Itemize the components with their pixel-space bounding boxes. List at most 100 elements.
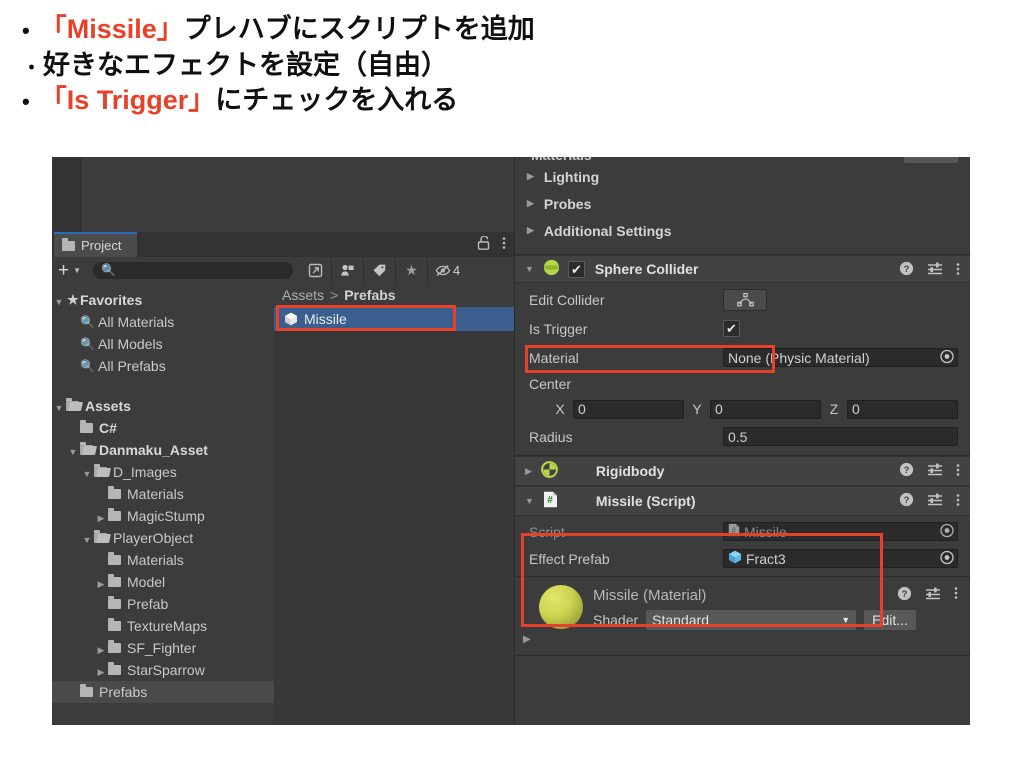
- help-icon[interactable]: ?: [897, 586, 912, 605]
- kebab-menu-icon[interactable]: [956, 463, 960, 480]
- edit-collider-icon: [736, 292, 754, 306]
- preset-icon[interactable]: [927, 261, 943, 279]
- help-icon[interactable]: ?: [899, 462, 914, 480]
- section-additional-settings[interactable]: ▶ Additional Settings: [515, 217, 970, 244]
- tree-item-favorites[interactable]: ▼ ★ Favorites: [52, 289, 274, 311]
- chevron-right-icon[interactable]: ▶: [527, 172, 534, 181]
- tree-item-assets[interactable]: ▼ Assets: [52, 395, 274, 417]
- breadcrumb-root[interactable]: Assets: [282, 287, 324, 303]
- tree-item-d-images[interactable]: ▼ D_Images: [52, 461, 274, 483]
- tree-item-all-models[interactable]: 🔍 All Models: [52, 333, 274, 355]
- center-x-input[interactable]: 0: [573, 399, 684, 419]
- hidden-eye-filter[interactable]: 4: [427, 257, 467, 283]
- chevron-right-icon[interactable]: ▶: [98, 579, 105, 589]
- tree-item-playerobject[interactable]: ▼ PlayerObject: [52, 527, 274, 549]
- chevron-down-icon[interactable]: ▼: [83, 535, 92, 545]
- tab-project[interactable]: Project: [54, 232, 138, 257]
- property-radius: Radius 0.5: [515, 422, 970, 451]
- center-y-input[interactable]: 0: [710, 399, 821, 419]
- tree-item-model[interactable]: ▶ Model: [52, 571, 274, 593]
- kebab-menu-icon[interactable]: [956, 493, 960, 510]
- edit-button-label: Edit...: [872, 612, 908, 628]
- tree-item-d-images-materials[interactable]: Materials: [52, 483, 274, 505]
- chevron-right-icon[interactable]: ▶: [98, 645, 105, 655]
- tree-item-all-prefabs[interactable]: 🔍 All Prefabs: [52, 355, 274, 377]
- property-edit-collider: Edit Collider: [515, 285, 970, 314]
- chevron-down-icon[interactable]: ▼: [55, 403, 64, 413]
- label-tag-icon[interactable]: [363, 257, 395, 283]
- lock-open-icon[interactable]: [477, 235, 490, 253]
- tree-item-label: Materials: [127, 552, 184, 568]
- component-header-rigidbody[interactable]: ▶ Rigidbody ?: [515, 456, 970, 486]
- chevron-right-icon[interactable]: ▶: [527, 199, 534, 208]
- tree-item-texturemaps[interactable]: TextureMaps: [52, 615, 274, 637]
- tree-item-prefabs[interactable]: Prefabs: [52, 681, 274, 703]
- material-title-row: Missile (Material) ?: [593, 583, 970, 607]
- chevron-right-icon[interactable]: ▶: [523, 634, 531, 645]
- chevron-down-icon[interactable]: ▼: [83, 469, 92, 479]
- tree-item-sf-fighter[interactable]: ▶ SF_Fighter: [52, 637, 274, 659]
- tree-gap: [52, 377, 274, 395]
- center-x-value: 0: [578, 401, 586, 417]
- search-input[interactable]: 🔍: [93, 261, 294, 279]
- center-z-input[interactable]: 0: [847, 399, 958, 419]
- radius-input[interactable]: 0.5: [723, 427, 958, 446]
- bullet-1-text: プレハブにスクリプトを追加: [183, 14, 535, 44]
- tree-item-player-materials[interactable]: Materials: [52, 549, 274, 571]
- chevron-down-icon[interactable]: ▼: [55, 297, 64, 307]
- svg-text:?: ?: [902, 589, 908, 600]
- avatar-filter-icon[interactable]: [331, 257, 363, 283]
- prefab-cube-icon: [284, 312, 298, 326]
- effect-prefab-object-field[interactable]: Fract3: [723, 549, 958, 568]
- clipped-button[interactable]: [904, 157, 958, 163]
- chevron-right-icon[interactable]: ▶: [98, 513, 105, 523]
- preset-icon[interactable]: [925, 586, 941, 605]
- object-picker-icon[interactable]: [940, 550, 954, 567]
- chevron-right-icon[interactable]: ▶: [525, 466, 532, 476]
- kebab-menu-icon[interactable]: [956, 262, 960, 279]
- breadcrumb-current[interactable]: Prefabs: [344, 287, 395, 303]
- effect-prefab-value: Fract3: [746, 550, 786, 567]
- chevron-right-icon[interactable]: ▶: [98, 667, 105, 677]
- edit-collider-button[interactable]: [723, 288, 767, 311]
- component-header-sphere-collider[interactable]: ▼ ✔ Sphere Collider ?: [515, 255, 970, 283]
- preset-icon[interactable]: [927, 492, 943, 510]
- shader-edit-button[interactable]: Edit...: [864, 610, 916, 630]
- tree-item-label: Prefabs: [99, 684, 148, 700]
- project-folder-tree: ▼ ★ Favorites 🔍 All Materials 🔍 All Mode…: [52, 283, 274, 723]
- folder-open-icon: [94, 464, 107, 477]
- chevron-right-icon[interactable]: ▶: [527, 226, 534, 235]
- help-icon[interactable]: ?: [899, 492, 914, 510]
- chevron-down-icon[interactable]: ▼: [525, 496, 534, 506]
- section-lighting[interactable]: ▶ Lighting: [515, 163, 970, 190]
- property-center-vector3: X 0 Y 0 Z 0: [515, 396, 970, 422]
- component-header-missile-script[interactable]: ▼ # Missile (Script) ?: [515, 486, 970, 516]
- help-icon[interactable]: ?: [899, 261, 914, 279]
- chevron-down-icon[interactable]: ▼: [525, 264, 534, 274]
- tree-item-csharp[interactable]: C#: [52, 417, 274, 439]
- kebab-menu-icon[interactable]: [502, 236, 506, 253]
- component-enabled-checkbox[interactable]: ✔: [567, 260, 585, 278]
- shader-dropdown[interactable]: Standard ▼: [646, 610, 857, 630]
- kebab-menu-icon[interactable]: [954, 586, 958, 604]
- tree-item-all-materials[interactable]: 🔍 All Materials: [52, 311, 274, 333]
- tree-item-magicstump[interactable]: ▶ MagicStump: [52, 505, 274, 527]
- star-favorite-icon[interactable]: ★: [395, 257, 427, 283]
- open-in-new-icon[interactable]: [299, 257, 331, 283]
- property-label: Radius: [529, 428, 573, 445]
- empty-panel-above-project: [52, 157, 514, 232]
- create-asset-button[interactable]: + ▼: [58, 261, 81, 280]
- preset-icon[interactable]: [927, 462, 943, 480]
- material-sphere-preview: [539, 585, 583, 629]
- tree-item-prefab[interactable]: Prefab: [52, 593, 274, 615]
- asset-item-missile[interactable]: Missile: [274, 307, 514, 331]
- object-picker-icon[interactable]: [940, 523, 954, 540]
- section-probes[interactable]: ▶ Probes: [515, 190, 970, 217]
- tree-item-danmaku-asset[interactable]: ▼ Danmaku_Asset: [52, 439, 274, 461]
- tree-item-starsparrow[interactable]: ▶ StarSparrow: [52, 659, 274, 681]
- material-object-field[interactable]: None (Physic Material): [723, 348, 958, 367]
- object-picker-icon[interactable]: [940, 349, 954, 366]
- is-trigger-checkbox[interactable]: ✔: [723, 320, 740, 337]
- chevron-down-icon[interactable]: ▼: [69, 447, 78, 457]
